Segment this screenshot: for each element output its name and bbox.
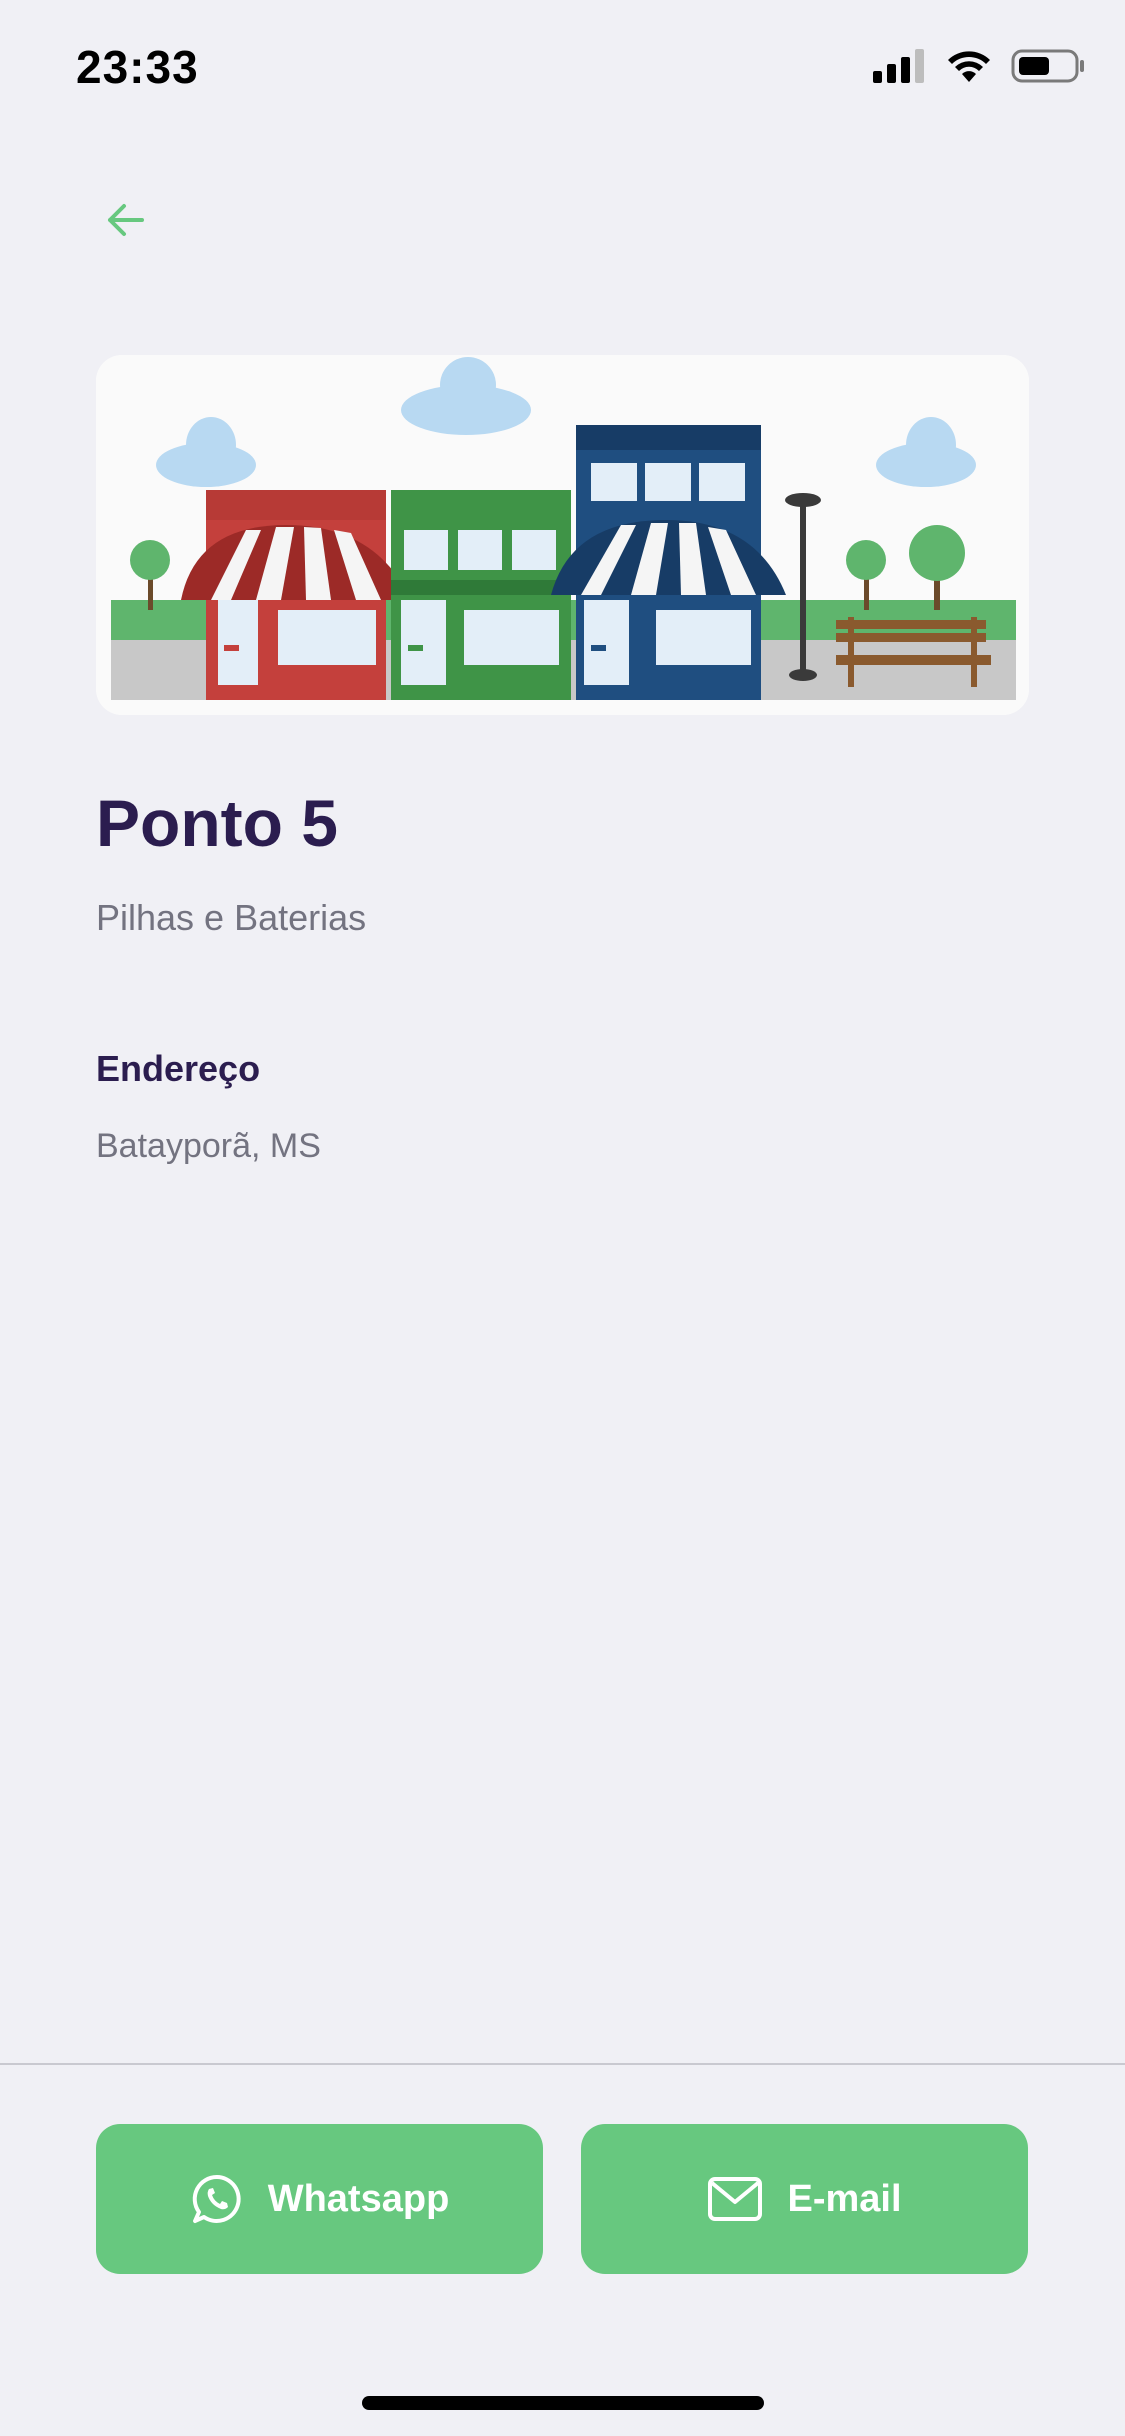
whatsapp-icon — [192, 2174, 241, 2223]
point-detail-screen: 23:33 Ponto 5 Pilhas e Baterias Endereço… — [0, 0, 1125, 2436]
status-icons — [873, 48, 1085, 84]
status-time: 23:33 — [76, 41, 199, 93]
signal-icon — [873, 49, 924, 83]
stores-illustration — [96, 355, 1029, 715]
arrow-left-icon — [108, 204, 144, 236]
whatsapp-button[interactable]: Whatsapp — [96, 2124, 543, 2274]
email-label: E-mail — [787, 2177, 902, 2220]
mail-icon — [708, 2177, 763, 2221]
footer-divider — [0, 2063, 1125, 2065]
wifi-icon — [948, 51, 990, 82]
point-subtitle: Pilhas e Baterias — [96, 897, 367, 938]
address-value: Batayporã, MS — [96, 1127, 321, 1165]
back-button[interactable] — [96, 190, 156, 250]
battery-icon — [1011, 49, 1084, 83]
home-indicator[interactable] — [362, 2396, 764, 2410]
address-label: Endereço — [96, 1048, 261, 1089]
point-title: Ponto 5 — [96, 786, 338, 860]
whatsapp-label: Whatsapp — [267, 2177, 450, 2220]
email-button[interactable]: E-mail — [581, 2124, 1028, 2274]
